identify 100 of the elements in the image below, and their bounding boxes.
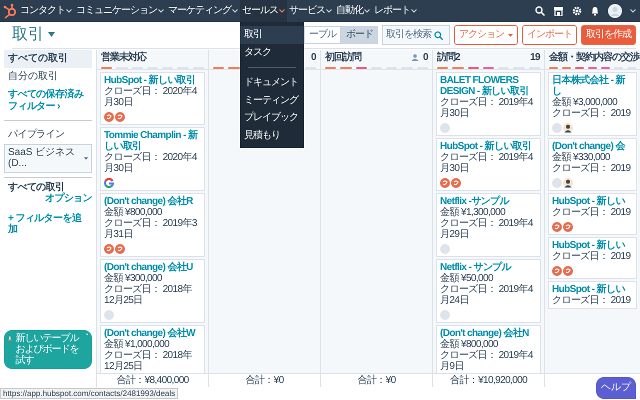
caret-icon bbox=[630, 9, 636, 13]
caret-icon bbox=[411, 9, 417, 13]
deal-card[interactable]: (Don't change) 会社N 金額 ¥800,000 クローズ日： 2019年4月9日 bbox=[436, 325, 541, 373]
deal-title[interactable]: Tommie Champlin - 新しい取引 bbox=[104, 130, 201, 152]
deal-card[interactable]: Netflix -サンプル 金額 ¥1,300,000 クローズ日： 2019年4月29日 bbox=[436, 193, 541, 257]
deal-card[interactable]: BALET FLOWERS DESIGN - 新しい取引 クローズ日： 2019年4月30日 bbox=[436, 72, 541, 136]
deal-amount: 金額 ¥50,000 bbox=[440, 273, 494, 284]
deal-title[interactable]: HubSpot - 新しい bbox=[552, 284, 633, 295]
close-date: クローズ日： 2019年4月9日 bbox=[440, 350, 534, 372]
caret-icon bbox=[158, 9, 164, 13]
column-count: 0 bbox=[311, 52, 316, 64]
sprocket-logo-icon bbox=[2, 3, 18, 19]
avatar-icon bbox=[552, 266, 562, 276]
deal-title[interactable]: (Don't change) 会社N bbox=[440, 328, 537, 339]
deal-card[interactable]: (Don't change) 会社U 金額 ¥300,000 クローズ日： 2018年12月25日 bbox=[100, 259, 205, 323]
saved-filters-link[interactable]: すべての保存済みフィルター › bbox=[4, 85, 92, 116]
menu-item[interactable]: 取引 bbox=[240, 26, 304, 44]
sidebar-view-item[interactable]: 自分の取引 bbox=[4, 68, 92, 85]
deal-card[interactable]: (Don't change) 会社R 金額 ¥800,000 クローズ日： 2019年3月31日 bbox=[100, 193, 205, 257]
deal-title[interactable]: HubSpot - 新しい取引 bbox=[440, 141, 537, 152]
help-button[interactable]: ヘルプ bbox=[596, 377, 636, 399]
close-date: クローズ日： 2019 bbox=[552, 251, 632, 262]
pipeline-label: パイプライン bbox=[7, 128, 66, 140]
menu-item[interactable]: ドキュメント bbox=[240, 74, 304, 92]
deal-title[interactable]: HubSpot - 新しい bbox=[552, 196, 633, 207]
deal-amount: 金額 ¥1,000,000 bbox=[104, 339, 170, 350]
close-date: クローズ日： 2019 bbox=[552, 163, 632, 174]
google-icon bbox=[104, 178, 114, 188]
pipeline-select[interactable]: SaaS ビジネス (D... bbox=[4, 144, 92, 172]
avatar-icon bbox=[552, 178, 562, 188]
deal-title[interactable]: 日本株式会社 - 新し bbox=[552, 75, 633, 97]
deal-title[interactable]: HubSpot - 新しい bbox=[552, 240, 633, 251]
column-total: 合計：¥0 bbox=[245, 375, 284, 386]
avatar-icon bbox=[563, 266, 573, 276]
menu-item[interactable]: 見積もり bbox=[240, 126, 304, 144]
options-link[interactable]: オプション bbox=[44, 193, 92, 204]
avatar-icon bbox=[563, 222, 573, 232]
deal-card[interactable]: HubSpot - 新しい クローズ日： 2019 bbox=[548, 193, 637, 235]
caret-icon bbox=[279, 9, 285, 13]
deal-card[interactable]: (Don't change) 会 金額 ¥330,000 クローズ日： 2019 bbox=[548, 138, 637, 191]
deal-title[interactable]: BALET FLOWERS DESIGN - 新しい取引 bbox=[440, 75, 537, 97]
column-count: 0 bbox=[423, 52, 428, 64]
column-title: 営業未対応 bbox=[101, 52, 146, 64]
status-url: https://app.hubspot.com/contacts/2481993/deals bbox=[0, 388, 178, 399]
close-date: クローズ日： 2020年4月30日 bbox=[104, 152, 198, 174]
person-avatar-icon bbox=[563, 123, 573, 133]
close-date: クローズ日： 2019年4月24日 bbox=[440, 284, 534, 306]
menu-item[interactable]: プレイブック bbox=[240, 109, 304, 126]
deal-card[interactable]: 日本株式会社 - 新し 金額 ¥3,000,000 クローズ日： 2019 bbox=[548, 72, 637, 136]
store-icon bbox=[553, 6, 564, 16]
deal-title[interactable]: (Don't change) 会社R bbox=[104, 196, 201, 207]
deal-card[interactable]: HubSpot - 新しい クローズ日： 2019 bbox=[548, 237, 637, 279]
deal-title[interactable]: (Don't change) 会社W bbox=[104, 328, 201, 339]
deal-title[interactable]: (Don't change) 会 bbox=[552, 141, 633, 152]
deal-card[interactable]: HubSpot - 新しい取引 クローズ日： 2019年4月30日 bbox=[436, 138, 541, 191]
deal-title[interactable]: Netflix - サンプル bbox=[440, 262, 537, 273]
deal-card[interactable]: HubSpot - 新しい取引 クローズ日： 2020年4月30日 bbox=[100, 72, 205, 125]
menu-item[interactable]: ミーティング bbox=[240, 92, 304, 109]
deal-amount: 金額 ¥800,000 bbox=[440, 339, 499, 350]
deal-title[interactable]: HubSpot - 新しい取引 bbox=[104, 75, 201, 86]
nav-item[interactable]: コミュニケーション bbox=[74, 0, 166, 22]
deal-card[interactable]: Tommie Champlin - 新しい取引 クローズ日： 2020年4月30日 bbox=[100, 127, 205, 191]
avatar-icon bbox=[115, 112, 125, 122]
search-field[interactable]: 取引を検索 bbox=[382, 25, 450, 45]
search-icon bbox=[535, 6, 545, 16]
close-date: クローズ日： 2019 bbox=[552, 108, 632, 119]
deal-title[interactable]: Netflix -サンプル bbox=[440, 196, 537, 207]
nav-item[interactable]: サービス bbox=[287, 0, 334, 22]
column-title: 初回訪問 bbox=[325, 52, 361, 64]
search-icon bbox=[434, 30, 443, 40]
deal-card[interactable]: (Don't change) 会社W 金額 ¥1,000,000 クローズ日： 2018年12月25日 bbox=[100, 325, 205, 373]
deal-amount: 金額 ¥3,000,000 bbox=[552, 97, 618, 108]
deal-title[interactable]: (Don't change) 会社U bbox=[104, 262, 201, 273]
nav-item[interactable]: セールス bbox=[240, 0, 287, 22]
avatar-icon bbox=[440, 310, 450, 320]
avatar-icon bbox=[440, 178, 450, 188]
close-date: クローズ日： 2019年4月29日 bbox=[440, 218, 534, 240]
add-filter-link[interactable]: + フィルターを追加 bbox=[4, 204, 92, 236]
caret-icon bbox=[48, 32, 55, 38]
deal-card[interactable]: Netflix - サンプル 金額 ¥50,000 クローズ日： 2019年4月24日 bbox=[436, 259, 541, 323]
caret-icon bbox=[86, 333, 88, 336]
view-toggle-tab[interactable]: ボード bbox=[341, 26, 378, 44]
menu-item[interactable]: タスク bbox=[240, 44, 304, 61]
deal-amount: 金額 ¥300,000 bbox=[104, 273, 163, 284]
nav-item[interactable]: マーケティング bbox=[166, 0, 240, 22]
sidebar-view-item[interactable]: すべての取引 bbox=[4, 50, 92, 68]
column-title: 訪問2 bbox=[437, 52, 460, 64]
deal-card[interactable]: HubSpot - 新しい クローズ日： 2019 bbox=[548, 281, 637, 309]
nav-item[interactable]: レポート bbox=[372, 0, 419, 22]
column-total: 合計：¥8,400,000 bbox=[116, 375, 189, 386]
nav-item[interactable]: コンタクト bbox=[18, 0, 74, 22]
view-toggle-tab[interactable]: ーブル bbox=[304, 26, 341, 44]
avatar-icon bbox=[552, 123, 562, 133]
caret-icon bbox=[326, 9, 332, 13]
nav-item[interactable]: 自動化 bbox=[334, 0, 372, 22]
filter-title: すべての取引 bbox=[7, 182, 64, 192]
deal-amount: 金額 ¥1,300,000 bbox=[440, 207, 506, 218]
close-date: クローズ日： 2020年4月30日 bbox=[104, 86, 198, 108]
column-count: 19 bbox=[530, 52, 540, 64]
avatar-icon bbox=[104, 244, 114, 254]
